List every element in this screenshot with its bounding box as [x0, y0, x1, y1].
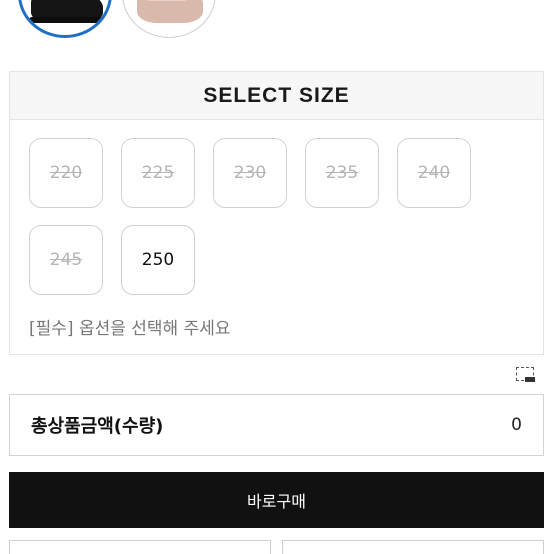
required-option-notice: [필수] 옵션을 선택해 주세요: [29, 319, 231, 339]
size-option-panel: SELECT SIZE 220 225 230 235 240 245 250 …: [9, 71, 544, 355]
total-price-value: 0: [511, 415, 522, 435]
size-option-230[interactable]: 230: [213, 138, 287, 208]
size-option-225[interactable]: 225: [121, 138, 195, 208]
size-panel-header: SELECT SIZE: [10, 72, 543, 120]
pink-shoe-image: [137, 0, 203, 23]
size-option-240[interactable]: 240: [397, 138, 471, 208]
screenshot-crop-icon[interactable]: [516, 367, 535, 382]
pink-shoe-fur: [145, 0, 189, 1]
black-shoe-sole: [29, 17, 107, 23]
total-price-label: 총상품금액(수량): [31, 416, 164, 437]
size-option-220[interactable]: 220: [29, 138, 103, 208]
total-price-box: 총상품금액(수량) 0: [9, 394, 544, 456]
color-swatch-pink[interactable]: [122, 0, 216, 38]
wishlist-button[interactable]: [282, 540, 544, 554]
size-option-245[interactable]: 245: [29, 225, 103, 295]
color-swatch-black[interactable]: [18, 0, 112, 38]
size-panel-title: SELECT SIZE: [203, 83, 350, 107]
cart-button[interactable]: [9, 540, 271, 554]
buy-now-button[interactable]: 바로구매: [9, 472, 544, 528]
size-option-235[interactable]: 235: [305, 138, 379, 208]
size-option-250[interactable]: 250: [121, 225, 195, 295]
